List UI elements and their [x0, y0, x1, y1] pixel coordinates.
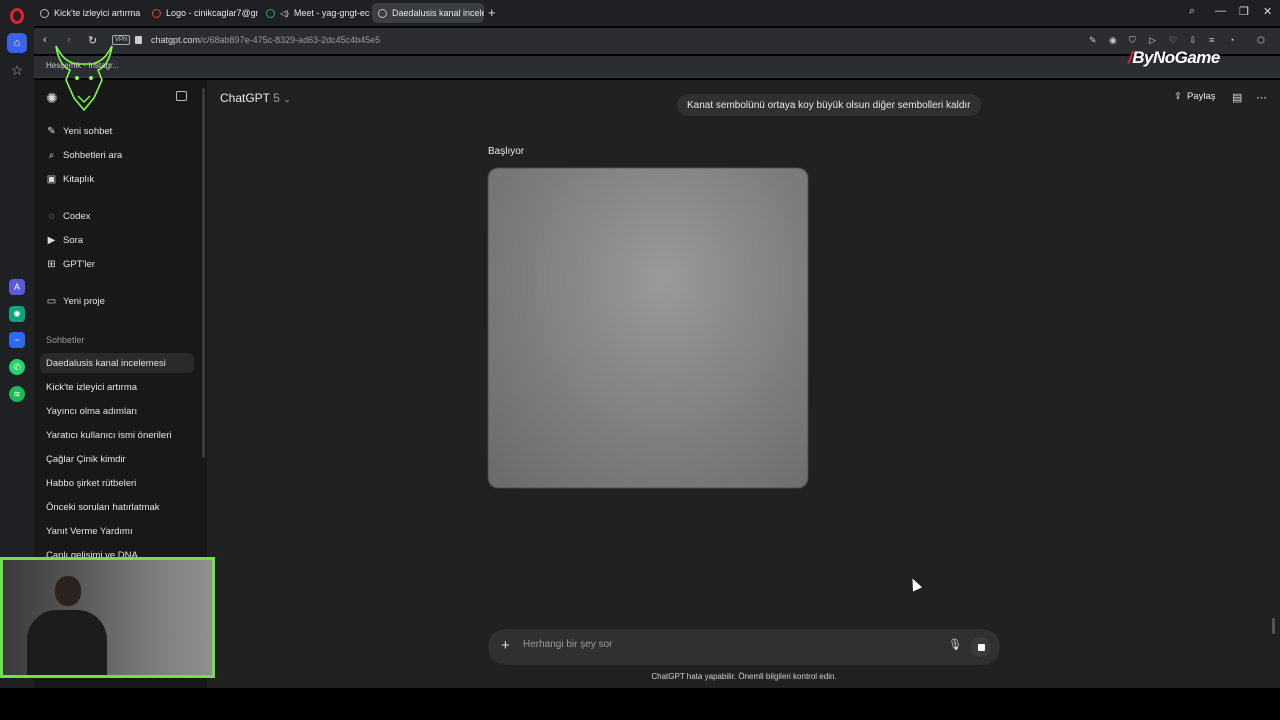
extensions-icon[interactable]: ⬡ — [1257, 35, 1265, 46]
stop-icon — [977, 643, 985, 651]
gmail-icon — [152, 8, 161, 18]
spotify-app-icon[interactable]: ≋ — [9, 386, 25, 402]
plus-icon[interactable]: + — [501, 637, 510, 654]
chat-item-username[interactable]: Yaratıcı kullanıcı ismi önerileri — [46, 430, 171, 441]
microphone-icon[interactable]: 🎙︎ — [948, 638, 962, 651]
edit-icon: ✎ — [47, 126, 56, 137]
user-message: Kanat sembolünü ortaya koy büyük olsun d… — [677, 94, 981, 116]
share-button[interactable]: ⇪ Paylaş — [1174, 91, 1215, 102]
streamer-head — [55, 576, 81, 606]
aria-app-icon[interactable]: A — [9, 279, 25, 295]
speaker-icon: ◁) — [280, 8, 289, 18]
whatsapp-app-icon[interactable]: ✆ — [9, 359, 25, 375]
lock-icon[interactable] — [135, 36, 142, 44]
bottom-letterbox — [0, 688, 1280, 720]
back-icon[interactable]: ‹ — [43, 34, 47, 46]
tab-chatgpt[interactable]: Daedalusis kanal inceleme — [372, 3, 484, 23]
chat-item-streamer[interactable]: Yayıncı olma adımları — [46, 406, 137, 417]
chat-item-caglar[interactable]: Çağlar Çinik kimdir — [46, 454, 126, 465]
sidebar-item-new-project[interactable]: ▭ Yeni proje — [46, 296, 105, 307]
messenger-app-icon[interactable]: ~ — [9, 332, 25, 348]
chat-item-reply-help[interactable]: Yanıt Verme Yardımı — [46, 526, 133, 537]
search-icon: ⌕ — [48, 150, 55, 161]
webcam-overlay — [0, 557, 215, 678]
camera-icon[interactable]: ◉ — [1109, 35, 1117, 46]
url-field[interactable]: chatgpt.com/c/68ab897e-475c-8329-ad63-2d… — [151, 35, 380, 45]
sora-icon: ▶ — [47, 235, 56, 246]
home-icon[interactable]: ⌂ — [7, 33, 27, 53]
composer: + 🎙︎ — [488, 629, 1000, 665]
menu-icon[interactable]: ≡ — [1209, 35, 1214, 45]
grid-icon: ⊞ — [47, 259, 56, 270]
sidebar-scrollbar[interactable] — [202, 88, 205, 458]
generating-image-placeholder — [488, 168, 808, 488]
bull-logo-overlay — [55, 45, 113, 112]
sidebar-item-new-chat[interactable]: ✎ Yeni sohbet — [46, 126, 112, 137]
minimize-icon[interactable]: — — [1215, 5, 1226, 17]
restore-icon[interactable]: ❐ — [1239, 5, 1249, 18]
bookmarks-bar: Hesçemik - Instagr... — [34, 56, 1280, 78]
chatgpt-icon — [378, 8, 387, 18]
sidebar-item-sora[interactable]: ▶ Sora — [46, 235, 83, 246]
chat-item-daedalusis[interactable]: Daedalusis kanal incelemesi — [46, 358, 166, 369]
chat-main: ChatGPT 5 ⌄ Kanat sembolünü ortaya koy b… — [208, 80, 1280, 688]
more-options-icon[interactable]: ⋯ — [1256, 91, 1267, 104]
library-icon: ▣ — [46, 174, 57, 185]
sidebar-item-gpts[interactable]: ⊞ GPT'ler — [46, 259, 95, 270]
address-bar: ‹ › ↻ VPN chatgpt.com/c/68ab897e-475c-83… — [34, 28, 1280, 54]
tab-meet[interactable]: ◁) Meet - yag-gngt-ecg — [260, 3, 370, 23]
model-selector[interactable]: ChatGPT 5 ⌄ — [220, 91, 291, 105]
tab-gmail[interactable]: Logo - cinikcaglar7@gma — [146, 3, 258, 23]
download-icon[interactable]: ⇩ — [1189, 35, 1197, 46]
assistant-status: Başlıyor — [488, 146, 525, 157]
chats-heading: Sohbetler — [46, 335, 85, 345]
sidebar-item-search[interactable]: ⌕ Sohbetleri ara — [46, 150, 122, 161]
document-icon[interactable]: ▤ — [1232, 91, 1242, 104]
streamer-body — [27, 610, 107, 675]
new-tab-icon[interactable]: + — [488, 5, 496, 20]
sidebar-item-codex[interactable]: ◌ Codex — [46, 211, 91, 222]
codex-icon: ◌ — [48, 211, 55, 222]
profile-icon[interactable]: ◔ — [1229, 35, 1234, 45]
prompt-input[interactable] — [523, 639, 923, 650]
tab-bar: Kick'te izleyici artırma Logo - cinikcag… — [34, 0, 1280, 26]
star-icon[interactable]: ☆ — [7, 60, 27, 80]
sidebar-item-library[interactable]: ▣ Kitaplık — [46, 174, 94, 185]
shield-icon[interactable]: ⛉ — [1129, 35, 1136, 46]
globe-icon — [40, 8, 49, 18]
main-scrollbar[interactable] — [1272, 618, 1275, 634]
chevron-down-icon: ⌄ — [283, 94, 291, 104]
chatgpt-app-icon[interactable]: ✺ — [9, 306, 25, 322]
tab-kick[interactable]: Kick'te izleyici artırma — [34, 3, 144, 23]
sidebar-toggle-icon[interactable] — [176, 91, 187, 101]
share-icon: ⇪ — [1174, 91, 1182, 102]
chat-item-habbo[interactable]: Habbo şirket rütbeleri — [46, 478, 136, 489]
chat-item-kick[interactable]: Kick'te izleyici artırma — [46, 382, 137, 393]
heart-icon[interactable]: ♡ — [1169, 35, 1177, 46]
mouse-cursor-icon — [907, 576, 923, 592]
bynogame-watermark: /ByNoGame — [1128, 48, 1220, 67]
stop-button[interactable] — [971, 637, 991, 657]
edit-icon[interactable]: ✎ — [1089, 35, 1097, 46]
play-icon[interactable]: ▷ — [1149, 35, 1156, 46]
search-tabs-icon[interactable]: ⌕ — [1189, 5, 1195, 18]
chat-item-previous[interactable]: Önceki soruları hatırlatmak — [46, 502, 160, 513]
folder-icon: ▭ — [46, 296, 57, 307]
opera-logo-icon[interactable] — [10, 8, 24, 24]
close-icon[interactable]: ✕ — [1263, 5, 1272, 18]
meet-icon — [266, 8, 275, 18]
disclaimer: ChatGPT hata yapabilir. Önemli bilgileri… — [651, 672, 837, 681]
